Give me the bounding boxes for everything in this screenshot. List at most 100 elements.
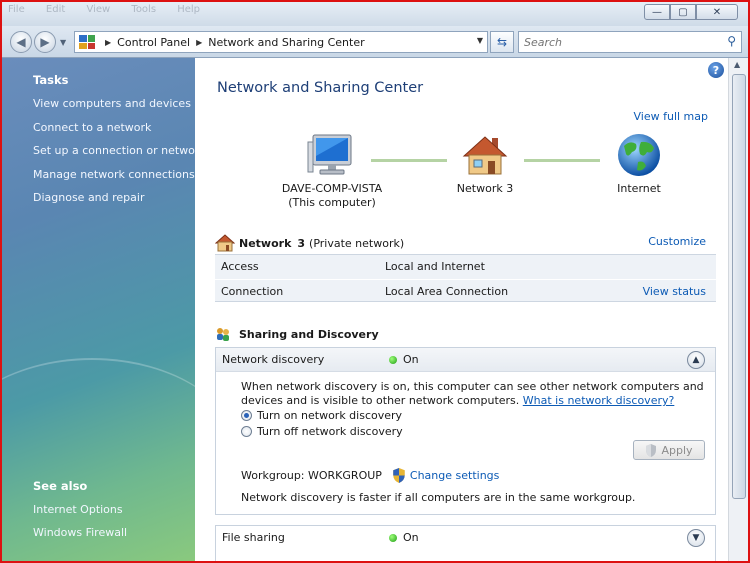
network-discovery-label: Network discovery <box>222 353 325 366</box>
refresh-icon: ⇆ <box>496 35 508 49</box>
workgroup-row: Workgroup: WORKGROUP Change settings <box>241 468 499 483</box>
status-on-icon <box>389 356 397 364</box>
internet-label: Internet <box>617 182 661 195</box>
minimize-button[interactable]: — <box>644 4 670 20</box>
network-name-label: Network 3 <box>456 182 514 195</box>
access-value: Local and Internet <box>385 260 485 273</box>
menu-edit[interactable]: Edit <box>46 4 65 15</box>
breadcrumb-separator-icon: ▶ <box>196 37 203 47</box>
sidebar-link-manage-connections[interactable]: Manage network connections <box>33 168 195 181</box>
network-title: Network <box>239 236 292 250</box>
computer-name: DAVE-COMP-VISTA <box>281 182 383 195</box>
info-row-access: Access Local and Internet <box>215 255 716 278</box>
address-bar: ◀ ▶ ▼ ▶ Control Panel ▶ Network and Shar… <box>2 26 748 58</box>
control-panel-icon <box>79 35 95 49</box>
network-house-small-icon <box>215 234 235 252</box>
workgroup-note: Network discovery is faster if all compu… <box>241 491 636 504</box>
radio-turn-off-label: Turn off network discovery <box>257 425 403 438</box>
map-connector-network-internet <box>524 159 600 162</box>
file-sharing-state: On <box>403 531 419 544</box>
map-node-network[interactable]: Network 3 <box>445 132 525 196</box>
apply-label: Apply <box>661 443 693 457</box>
radio-unselected-icon[interactable] <box>241 426 252 437</box>
close-button[interactable]: ✕ <box>696 4 738 20</box>
network-type: (Private network) <box>309 236 405 250</box>
expand-chevron-down-icon[interactable]: ▼ <box>687 529 705 547</box>
back-arrow-icon: ◀ <box>16 35 26 49</box>
maximize-button[interactable]: ▢ <box>670 4 696 20</box>
search-input[interactable] <box>519 32 709 52</box>
network-discovery-bar: Network discovery On ▲ <box>216 348 715 372</box>
forward-button[interactable]: ▶ <box>34 31 56 53</box>
network-info-table: Access Local and Internet Connection Loc… <box>215 254 716 302</box>
uac-shield-icon <box>646 443 657 457</box>
search-icon[interactable]: ⚲ <box>727 34 736 48</box>
network-discovery-body: When network discovery is on, this compu… <box>216 372 715 514</box>
back-button[interactable]: ◀ <box>10 31 32 53</box>
customize-link[interactable]: Customize <box>648 235 706 248</box>
menu-view[interactable]: View <box>86 4 110 15</box>
breadcrumb-network-sharing-center[interactable]: Network and Sharing Center <box>208 36 364 49</box>
menu-help[interactable]: Help <box>177 4 200 15</box>
address-dropdown-icon[interactable]: ▼ <box>477 36 483 45</box>
breadcrumb-control-panel[interactable]: Control Panel <box>117 36 190 49</box>
network-discovery-description: When network discovery is on, this compu… <box>241 380 711 408</box>
apply-button[interactable]: Apply <box>633 440 705 460</box>
sidebar-link-view-computers[interactable]: View computers and devices <box>33 97 191 110</box>
network-discovery-state: On <box>403 353 419 366</box>
file-sharing-bar: File sharing On ▼ <box>216 526 715 550</box>
tasks-heading: Tasks <box>33 73 69 87</box>
sharing-icon <box>215 326 231 342</box>
title-bar: File Edit View Tools Help — ▢ ✕ <box>2 2 748 26</box>
collapse-chevron-up-icon[interactable]: ▲ <box>687 351 705 369</box>
network-number: 3 <box>297 236 306 250</box>
view-status-link[interactable]: View status <box>643 285 706 298</box>
file-sharing-label: File sharing <box>222 531 285 544</box>
breadcrumb-separator-icon: ▶ <box>105 37 112 47</box>
uac-shield-icon <box>393 468 405 483</box>
map-connector-computer-network <box>371 159 447 162</box>
view-full-map-link[interactable]: View full map <box>634 110 709 123</box>
recent-pages-dropdown-icon[interactable]: ▼ <box>60 38 66 47</box>
sidebar-link-setup-connection[interactable]: Set up a connection or network <box>33 144 195 157</box>
map-node-internet[interactable]: Internet <box>599 132 679 196</box>
window-controls: — ▢ ✕ <box>644 4 738 20</box>
sidebar-link-connect-network[interactable]: Connect to a network <box>33 121 151 134</box>
task-pane: Tasks View computers and devices Connect… <box>2 58 195 561</box>
radio-selected-icon[interactable] <box>241 410 252 421</box>
help-icon[interactable]: ? <box>708 62 724 78</box>
map-node-computer[interactable]: DAVE-COMP-VISTA (This computer) <box>277 132 387 210</box>
menu-file[interactable]: File <box>8 4 25 15</box>
search-box: ⚲ <box>518 31 742 53</box>
computer-icon <box>307 134 352 175</box>
breadcrumb[interactable]: ▶ Control Panel ▶ Network and Sharing Ce… <box>74 31 488 53</box>
scrollbar-thumb[interactable] <box>732 74 746 499</box>
what-is-network-discovery-link[interactable]: What is network discovery? <box>523 394 675 407</box>
forward-arrow-icon: ▶ <box>40 35 50 49</box>
radio-turn-off-discovery[interactable]: Turn off network discovery <box>241 425 403 438</box>
sidebar-link-internet-options[interactable]: Internet Options <box>33 503 123 516</box>
scroll-up-arrow-icon[interactable]: ▲ <box>734 60 740 69</box>
sidebar-link-windows-firewall[interactable]: Windows Firewall <box>33 526 127 539</box>
globe-icon <box>618 134 660 176</box>
connection-label: Connection <box>221 285 284 298</box>
change-settings-link[interactable]: Change settings <box>410 469 499 482</box>
menu-tools[interactable]: Tools <box>131 4 156 15</box>
network-discovery-section: Network discovery On ▲ When network disc… <box>215 347 716 515</box>
sidebar-link-diagnose-repair[interactable]: Diagnose and repair <box>33 191 145 204</box>
workgroup-label: Workgroup: WORKGROUP <box>241 469 382 482</box>
main-content: ? Network and Sharing Center View full m… <box>195 58 728 561</box>
refresh-button[interactable]: ⇆ <box>490 31 514 53</box>
file-sharing-section: File sharing On ▼ <box>215 525 716 561</box>
access-label: Access <box>221 260 259 273</box>
status-on-icon <box>389 534 397 542</box>
menu-bar-ghost: File Edit View Tools Help <box>8 4 218 15</box>
network-house-icon <box>462 136 508 175</box>
computer-subtitle: (This computer) <box>288 196 376 209</box>
connection-value: Local Area Connection <box>385 285 509 298</box>
sharing-discovery-header: Sharing and Discovery <box>215 326 379 342</box>
radio-turn-on-discovery[interactable]: Turn on network discovery <box>241 409 402 422</box>
vertical-scrollbar[interactable]: ▲ <box>728 58 748 561</box>
info-row-connection: Connection Local Area Connection View st… <box>215 279 716 302</box>
radio-turn-on-label: Turn on network discovery <box>257 409 403 422</box>
